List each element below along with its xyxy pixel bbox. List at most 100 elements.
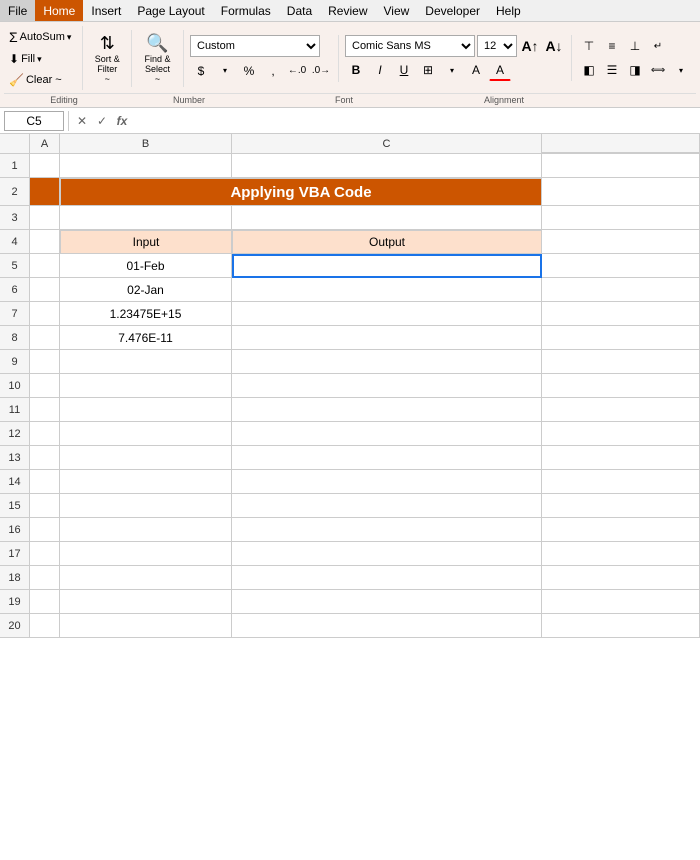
border-button[interactable]: ⊞ [417,59,439,81]
autosum-button[interactable]: Σ AutoSum ▾ [4,26,76,48]
font-size-dropdown[interactable]: 12 [477,35,517,57]
menu-view[interactable]: View [376,0,418,21]
cell-reference-box[interactable] [4,111,64,131]
merge-dropdown[interactable]: ▾ [670,59,692,81]
cell-c3[interactable] [232,206,542,230]
col-header-a[interactable]: A [30,134,60,154]
cell-c7[interactable] [232,302,542,326]
menu-page-layout[interactable]: Page Layout [129,0,212,21]
cell-a16[interactable] [30,518,60,542]
col-header-c[interactable]: C [232,134,542,154]
input-header[interactable]: Input [60,230,232,254]
bold-button[interactable]: B [345,59,367,81]
cell-b15[interactable] [60,494,232,518]
menu-developer[interactable]: Developer [417,0,488,21]
cell-c5[interactable] [232,254,542,278]
left-align-button[interactable]: ◧ [578,59,600,81]
cell-b1[interactable] [60,154,232,178]
cell-b14[interactable] [60,470,232,494]
cell-a13[interactable] [30,446,60,470]
currency-button[interactable]: $ [190,60,212,82]
cell-a12[interactable] [30,422,60,446]
menu-data[interactable]: Data [279,0,320,21]
cell-a10[interactable] [30,374,60,398]
bottom-align-button[interactable]: ⊥ [624,35,646,57]
number-format-dropdown[interactable]: Custom [190,35,320,57]
cell-a19[interactable] [30,590,60,614]
cell-b18[interactable] [60,566,232,590]
fill-color-button[interactable]: A [465,59,487,81]
cell-b9[interactable] [60,350,232,374]
cell-c11[interactable] [232,398,542,422]
cell-a18[interactable] [30,566,60,590]
font-name-dropdown[interactable]: Comic Sans MS [345,35,475,57]
center-align-button[interactable]: ☰ [601,59,623,81]
cell-a11[interactable] [30,398,60,422]
menu-formulas[interactable]: Formulas [213,0,279,21]
cell-a6[interactable] [30,278,60,302]
confirm-formula-button[interactable]: ✓ [93,112,111,130]
cell-c15[interactable] [232,494,542,518]
fill-button[interactable]: ⬇ Fill ▾ [4,49,47,69]
menu-file[interactable]: File [0,0,35,21]
cell-b12[interactable] [60,422,232,446]
cell-c16[interactable] [232,518,542,542]
cell-a8[interactable] [30,326,60,350]
merge-center-button[interactable]: ⟺ [647,59,669,81]
cell-a4[interactable] [30,230,60,254]
right-align-button[interactable]: ◨ [624,59,646,81]
cell-c6[interactable] [232,278,542,302]
cell-b3[interactable] [60,206,232,230]
formula-input[interactable] [135,111,696,131]
cell-c13[interactable] [232,446,542,470]
cell-c19[interactable] [232,590,542,614]
find-select-button[interactable]: 🔍 Find & Select ~ [138,30,177,87]
cell-c14[interactable] [232,470,542,494]
sort-filter-button[interactable]: ⇅ Sort & Filter ~ [89,30,125,87]
percent-button[interactable]: % [238,60,260,82]
col-header-b[interactable]: B [60,134,232,154]
cell-c20[interactable] [232,614,542,638]
output-header[interactable]: Output [232,230,542,254]
cell-b13[interactable] [60,446,232,470]
currency-dropdown[interactable]: ▾ [214,60,236,82]
border-dropdown[interactable]: ▾ [441,59,463,81]
underline-button[interactable]: U [393,59,415,81]
top-align-button[interactable]: ⊤ [578,35,600,57]
cell-a9[interactable] [30,350,60,374]
cell-a20[interactable] [30,614,60,638]
cell-b19[interactable] [60,590,232,614]
cell-a14[interactable] [30,470,60,494]
cell-a7[interactable] [30,302,60,326]
cell-a1[interactable] [30,154,60,178]
italic-button[interactable]: I [369,59,391,81]
cancel-formula-button[interactable]: ✕ [73,112,91,130]
cell-b11[interactable] [60,398,232,422]
cell-b20[interactable] [60,614,232,638]
font-color-button[interactable]: A [489,59,511,81]
cell-a5[interactable] [30,254,60,278]
insert-function-button[interactable]: fx [113,112,131,130]
middle-align-button[interactable]: ≡ [601,35,623,57]
cell-a17[interactable] [30,542,60,566]
wrap-text-button[interactable]: ↵ [647,35,669,57]
cell-c17[interactable] [232,542,542,566]
cell-b16[interactable] [60,518,232,542]
cell-a3[interactable] [30,206,60,230]
cell-c18[interactable] [232,566,542,590]
cell-c8[interactable] [232,326,542,350]
cell-c12[interactable] [232,422,542,446]
grow-font-button[interactable]: A↑ [519,35,541,57]
cell-b7[interactable]: 1.23475E+15 [60,302,232,326]
menu-insert[interactable]: Insert [83,0,129,21]
menu-review[interactable]: Review [320,0,375,21]
cell-b5[interactable]: 01-Feb [60,254,232,278]
cell-a2[interactable] [30,178,60,206]
cell-b10[interactable] [60,374,232,398]
menu-help[interactable]: Help [488,0,529,21]
title-cell[interactable]: Applying VBA Code [60,178,542,206]
cell-b17[interactable] [60,542,232,566]
cell-a15[interactable] [30,494,60,518]
comma-button[interactable]: , [262,60,284,82]
menu-home[interactable]: Home [35,0,83,21]
